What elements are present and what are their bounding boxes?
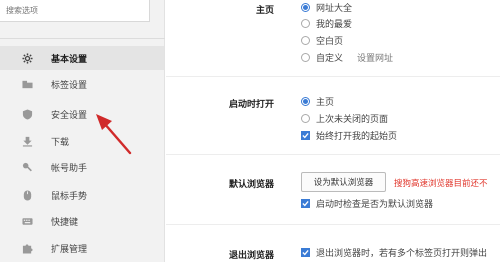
- radio-selected-icon: [301, 97, 310, 106]
- settings-panel: 主页 网址大全 我的最爱 空白页 自定义 设置网址 启动时打开 主页 上次未关闭…: [166, 0, 500, 262]
- checkbox-checked-icon: [301, 131, 310, 140]
- set-url-link[interactable]: 设置网址: [357, 51, 393, 64]
- homepage-option[interactable]: 空白页: [301, 34, 343, 47]
- homepage-option[interactable]: 我的最爱: [301, 17, 352, 30]
- section-divider: [166, 154, 500, 155]
- radio-icon: [301, 36, 310, 45]
- check-default-browser-checkbox[interactable]: 启动时检查是否为默认浏览器: [301, 197, 433, 210]
- section-divider: [166, 76, 500, 77]
- section-divider: [166, 224, 500, 225]
- startup-label: 启动时打开: [228, 100, 274, 110]
- exit-browser-label: 退出浏览器: [228, 251, 274, 261]
- exit-multi-tab-confirm-checkbox[interactable]: 退出浏览器时，若有多个标签页打开则弹出: [301, 246, 487, 259]
- startup-option[interactable]: 主页: [301, 95, 334, 108]
- always-open-start-page-checkbox[interactable]: 始终打开我的起始页: [301, 129, 397, 142]
- radio-icon: [301, 114, 310, 123]
- checkbox-checked-icon: [301, 248, 310, 257]
- radio-selected-icon: [301, 3, 310, 12]
- set-default-browser-button[interactable]: 设为默认浏览器: [301, 172, 386, 192]
- homepage-label: 主页: [255, 6, 274, 16]
- default-browser-warning: 搜狗高速浏览器目前还不: [394, 179, 488, 189]
- homepage-option[interactable]: 自定义 设置网址: [301, 51, 393, 64]
- checkbox-checked-icon: [301, 199, 310, 208]
- default-browser-label: 默认浏览器: [228, 180, 274, 190]
- startup-option[interactable]: 上次未关闭的页面: [301, 112, 388, 125]
- homepage-option[interactable]: 网址大全: [301, 1, 352, 14]
- radio-icon: [301, 53, 310, 62]
- radio-icon: [301, 19, 310, 28]
